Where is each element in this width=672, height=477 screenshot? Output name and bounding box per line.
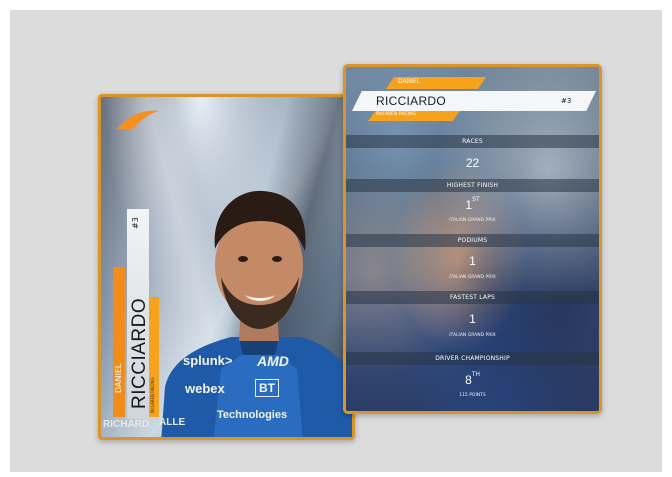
championship-value: 8TH	[346, 372, 599, 387]
header-surname: RICCIARDO	[376, 94, 447, 108]
driver-portrait	[161, 190, 352, 437]
podiums-value: 1	[469, 254, 476, 268]
highest-finish-suffix: ST	[472, 197, 480, 203]
driver-first-name: DANIEL	[114, 363, 123, 393]
fastest-laps-label: FASTEST LAPS	[449, 294, 496, 301]
sponsor-amd: AMD	[257, 353, 289, 369]
championship-detail: 115 POINTS	[459, 393, 486, 398]
team-name: McLAREN RACING	[150, 377, 155, 413]
header-number: #3	[561, 97, 572, 105]
driver-surname: RICCIARDO	[129, 297, 150, 409]
championship-number: 8	[465, 373, 472, 387]
highest-finish-value: 1ST	[346, 197, 599, 212]
sponsor-webex: webex	[185, 381, 225, 396]
fastest-laps-detail: ITALIAN GRAND PRIX	[449, 333, 496, 338]
podiums-detail: ITALIAN GRAND PRIX	[449, 275, 496, 280]
card-header: DANIEL RICCIARDO #3 McLAREN RACING	[346, 67, 599, 127]
fastest-laps-value: 1	[469, 312, 476, 326]
highest-finish-label: HIGHEST FINISH	[446, 182, 499, 189]
highest-finish-number: 1	[465, 198, 472, 212]
header-first-name: DANIEL	[398, 78, 421, 85]
sponsor-richard: RICHARD	[103, 419, 150, 430]
driver-number: #3	[131, 217, 140, 229]
stripe-orange	[113, 267, 125, 417]
championship-label: DRIVER CHAMPIONSHIP	[435, 355, 510, 362]
header-team: McLAREN RACING	[376, 112, 417, 117]
sponsor-bt: BT	[255, 379, 279, 397]
podiums-label: PODIUMS	[457, 237, 488, 244]
highest-finish-detail: ITALIAN GRAND PRIX	[449, 218, 496, 223]
driver-card-front[interactable]: #3 RICCIARDO DANIEL McLAREN RACING splun…	[98, 94, 355, 440]
races-label: RACES	[462, 138, 483, 145]
driver-card-back[interactable]: DANIEL RICCIARDO #3 McLAREN RACING RACES…	[343, 64, 602, 414]
canvas-background: #3 RICCIARDO DANIEL McLAREN RACING splun…	[10, 10, 662, 472]
sponsor-alle: ALLE	[159, 417, 186, 428]
championship-suffix: TH	[471, 372, 480, 378]
races-value: 22	[465, 156, 480, 170]
sponsor-splunk: splunk>	[183, 353, 233, 368]
sponsor-technologies: Technologies	[217, 409, 288, 421]
